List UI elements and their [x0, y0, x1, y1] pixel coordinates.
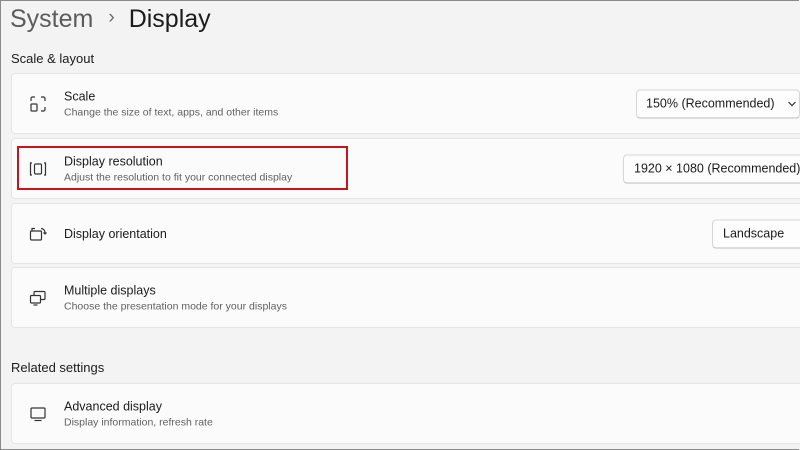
advanced-display-description: Display information, refresh rate — [64, 416, 213, 428]
display-resolution-card[interactable]: Display resolution Adjust the resolution… — [11, 138, 800, 199]
orientation-icon — [28, 224, 48, 244]
page-title: Display — [128, 4, 211, 33]
multiple-displays-description: Choose the presentation mode for your di… — [64, 300, 287, 312]
orientation-dropdown[interactable]: Landscape — [712, 219, 800, 248]
multiple-displays-icon — [28, 288, 48, 308]
scale-title: Scale — [64, 89, 96, 103]
advanced-display-card[interactable]: Advanced display Display information, re… — [11, 383, 800, 444]
resolution-dropdown-value: 1920 × 1080 (Recommended) — [634, 161, 800, 176]
breadcrumb: System › Display — [10, 2, 211, 36]
advanced-display-text: Advanced display Display information, re… — [64, 399, 213, 428]
section-header-scale-layout: Scale & layout — [11, 51, 95, 66]
scale-text: Scale Change the size of text, apps, and… — [64, 89, 278, 118]
scale-dropdown[interactable]: 150% (Recommended) — [636, 89, 800, 118]
advanced-display-title: Advanced display — [64, 399, 162, 413]
section-header-related-settings: Related settings — [11, 360, 105, 375]
resolution-dropdown[interactable]: 1920 × 1080 (Recommended) — [623, 154, 800, 183]
orientation-dropdown-value: Landscape — [723, 226, 785, 241]
multiple-displays-title: Multiple displays — [64, 283, 156, 297]
scale-description: Change the size of text, apps, and other… — [64, 106, 279, 118]
scale-setting-card[interactable]: Scale Change the size of text, apps, and… — [11, 73, 800, 134]
scale-dropdown-value: 150% (Recommended) — [646, 96, 775, 111]
breadcrumb-system[interactable]: System — [10, 5, 93, 34]
display-orientation-title: Display orientation — [64, 226, 167, 241]
chevron-down-icon — [787, 99, 797, 109]
multiple-displays-card[interactable]: Multiple displays Choose the presentatio… — [11, 267, 800, 328]
resolution-icon — [28, 159, 48, 179]
scale-icon — [28, 94, 48, 114]
display-resolution-description: Adjust the resolution to fit your connec… — [64, 171, 293, 183]
multiple-displays-text: Multiple displays Choose the presentatio… — [64, 283, 287, 312]
display-resolution-text: Display resolution Adjust the resolution… — [64, 154, 292, 183]
monitor-icon — [28, 404, 48, 424]
display-orientation-card[interactable]: Display orientation Landscape — [11, 203, 800, 264]
display-orientation-text: Display orientation — [64, 227, 167, 241]
display-resolution-title: Display resolution — [64, 154, 163, 168]
breadcrumb-separator: › — [108, 7, 115, 28]
